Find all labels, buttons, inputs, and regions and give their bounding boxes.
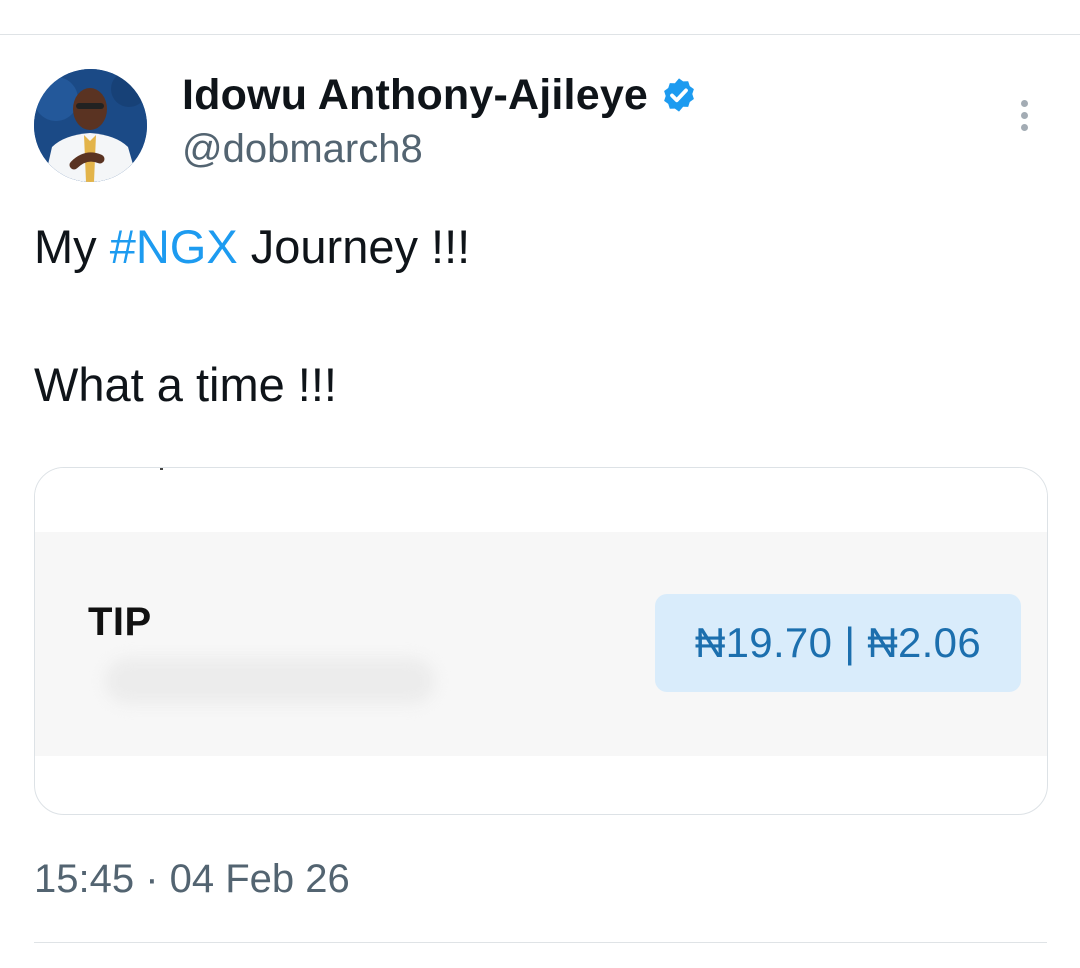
more-vertical-icon <box>1020 111 1028 119</box>
bottom-divider <box>34 942 1047 943</box>
tweet-text-prefix: My <box>34 220 110 273</box>
tweet-text: My #NGX Journey !!! What a time !!! <box>34 212 470 419</box>
verified-badge-icon <box>664 78 694 112</box>
more-options-button[interactable] <box>1004 92 1044 138</box>
author-handle[interactable]: @dobmarch8 <box>182 127 423 172</box>
card-crop-mark <box>160 468 163 470</box>
author-display-name[interactable]: Idowu Anthony-Ajileye <box>182 71 648 120</box>
tweet-text-suffix: Journey !!! <box>237 220 471 273</box>
tip-label: TIP <box>88 600 152 644</box>
tweet-line-1: My #NGX Journey !!! <box>34 212 470 281</box>
top-divider <box>0 34 1080 35</box>
tweet-timestamp[interactable]: 15:45 · 04 Feb 26 <box>34 857 350 902</box>
media-image-card[interactable]: TIP ₦19.70 | ₦2.06 <box>34 467 1048 815</box>
author-avatar[interactable] <box>34 69 147 182</box>
card-top-strip <box>35 468 1047 532</box>
blurred-subtitle <box>105 658 435 704</box>
hashtag-link[interactable]: #NGX <box>110 220 238 273</box>
card-content-panel: TIP ₦19.70 | ₦2.06 <box>35 532 1047 756</box>
avatar-photo <box>34 69 147 182</box>
more-vertical-icon <box>1020 99 1028 107</box>
author-name-row: Idowu Anthony-Ajileye <box>182 70 698 120</box>
price-text: ₦19.70 | ₦2.06 <box>695 619 981 666</box>
price-badge: ₦19.70 | ₦2.06 <box>655 594 1021 692</box>
more-vertical-icon <box>1020 123 1028 131</box>
tweet-line-2: What a time !!! <box>34 358 337 411</box>
